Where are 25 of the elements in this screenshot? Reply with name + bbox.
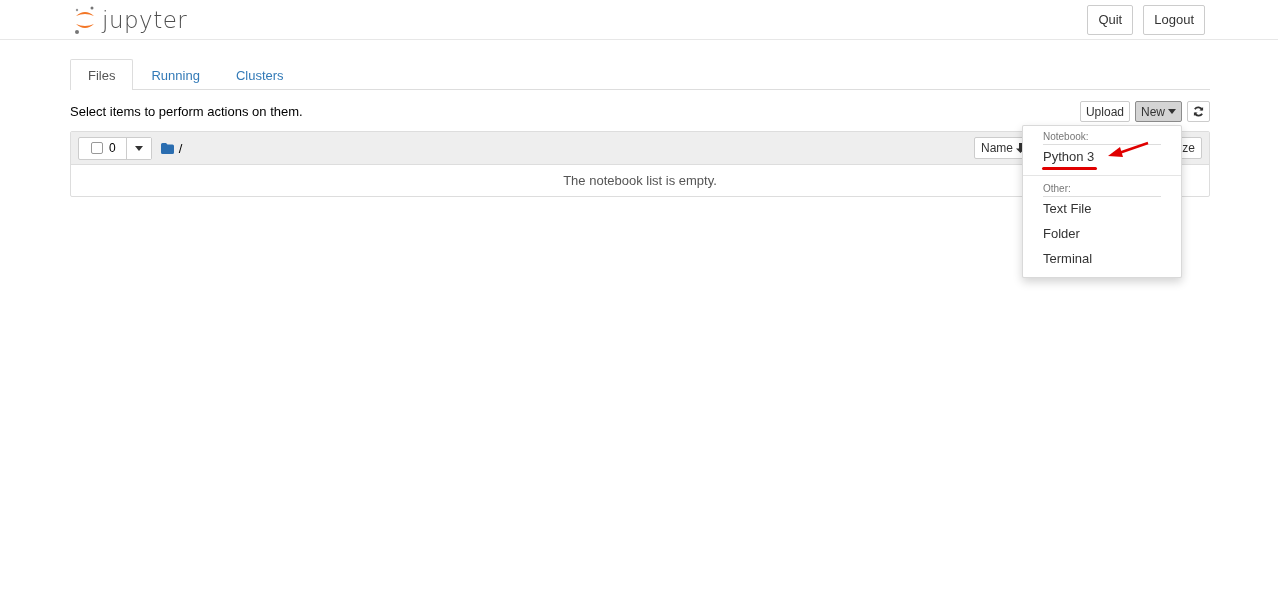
logo-text: jupyter (102, 6, 188, 33)
tab[interactable]: Clusters (217, 59, 302, 90)
refresh-button[interactable] (1187, 101, 1210, 122)
caret-icon (134, 145, 143, 151)
selected-count: 0 (109, 141, 116, 155)
header-button[interactable]: Quit (1087, 4, 1134, 35)
path-link[interactable]: / (178, 140, 183, 156)
arrow-down-icon (1016, 143, 1025, 153)
tab[interactable]: Running (133, 59, 218, 90)
upload-button[interactable]: Upload (1079, 101, 1130, 122)
folder-icon (160, 142, 174, 154)
select-all-checkbox[interactable] (91, 142, 103, 154)
menu-item[interactable]: Folder (1023, 222, 1100, 247)
tab[interactable]: Files (70, 59, 134, 90)
refresh-icon (1193, 106, 1204, 117)
instruction-text: Select items to perform actions on them. (70, 104, 303, 119)
new-button[interactable]: New (1135, 101, 1182, 122)
empty-message: The notebook list is empty. (563, 173, 717, 188)
menu-section-header: Notebook: (1043, 130, 1161, 145)
header-button[interactable]: Logout (1143, 4, 1205, 35)
menu-section-header: Other: (1043, 182, 1161, 197)
logo-icon (74, 4, 96, 35)
caret-icon (1168, 109, 1176, 114)
menu-item[interactable]: Text File (1023, 197, 1112, 222)
menu-item[interactable]: Terminal (1023, 247, 1113, 272)
